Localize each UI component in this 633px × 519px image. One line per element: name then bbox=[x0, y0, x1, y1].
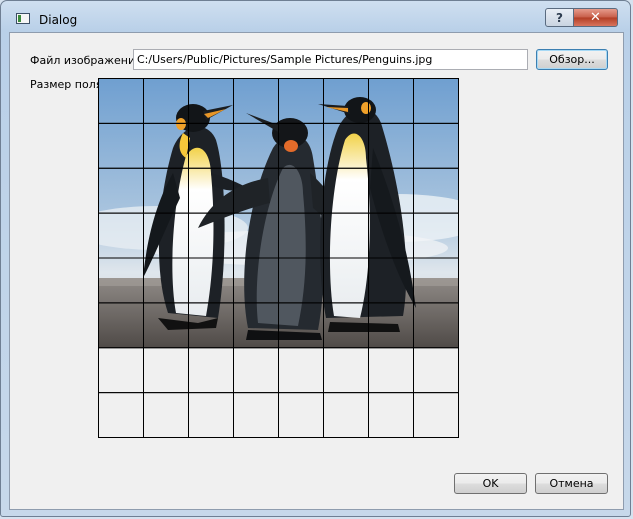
grid-cell[interactable] bbox=[233, 212, 279, 259]
field-grid bbox=[98, 78, 459, 438]
grid-cell[interactable] bbox=[188, 392, 234, 438]
grid-cell[interactable] bbox=[368, 257, 414, 304]
grid-cell[interactable] bbox=[413, 122, 459, 169]
grid-cell[interactable] bbox=[368, 167, 414, 214]
grid-cell[interactable] bbox=[323, 167, 369, 214]
ok-button[interactable]: OK bbox=[454, 473, 527, 494]
grid-cell[interactable] bbox=[368, 392, 414, 438]
grid-cell[interactable] bbox=[143, 347, 189, 394]
grid-cell[interactable] bbox=[278, 392, 324, 438]
grid-cell[interactable] bbox=[413, 167, 459, 214]
grid-cell[interactable] bbox=[188, 167, 234, 214]
grid-cell[interactable] bbox=[98, 257, 144, 304]
grid-cell[interactable] bbox=[98, 212, 144, 259]
grid-cell[interactable] bbox=[278, 347, 324, 394]
grid-cell[interactable] bbox=[233, 302, 279, 349]
grid-cell[interactable] bbox=[368, 212, 414, 259]
grid-cell[interactable] bbox=[233, 122, 279, 169]
file-label: Файл изображения bbox=[30, 54, 142, 67]
grid-cell[interactable] bbox=[323, 302, 369, 349]
app-icon bbox=[16, 13, 30, 24]
grid-cell[interactable] bbox=[368, 302, 414, 349]
puzzle-field[interactable] bbox=[98, 78, 459, 438]
grid-cell[interactable] bbox=[368, 347, 414, 394]
grid-cell[interactable] bbox=[188, 212, 234, 259]
grid-cell[interactable] bbox=[188, 347, 234, 394]
grid-cell[interactable] bbox=[98, 78, 144, 124]
grid-cell[interactable] bbox=[413, 257, 459, 304]
image-path-input[interactable] bbox=[133, 49, 528, 70]
close-button[interactable]: ✕ bbox=[573, 8, 618, 27]
grid-cell[interactable] bbox=[368, 122, 414, 169]
grid-cell[interactable] bbox=[188, 302, 234, 349]
grid-cell[interactable] bbox=[368, 78, 414, 124]
dialog-body: Файл изображения Обзор... Размер поля bbox=[9, 32, 624, 510]
grid-cell[interactable] bbox=[278, 167, 324, 214]
grid-cell[interactable] bbox=[278, 78, 324, 124]
grid-cell[interactable] bbox=[233, 167, 279, 214]
grid-cell[interactable] bbox=[233, 347, 279, 394]
grid-cell[interactable] bbox=[98, 302, 144, 349]
grid-cell[interactable] bbox=[98, 167, 144, 214]
grid-cell[interactable] bbox=[143, 167, 189, 214]
grid-cell[interactable] bbox=[278, 257, 324, 304]
grid-cell[interactable] bbox=[413, 302, 459, 349]
grid-cell[interactable] bbox=[98, 122, 144, 169]
grid-cell[interactable] bbox=[98, 347, 144, 394]
grid-cell[interactable] bbox=[188, 122, 234, 169]
cancel-button[interactable]: Отмена bbox=[535, 473, 608, 494]
grid-cell[interactable] bbox=[188, 257, 234, 304]
grid-cell[interactable] bbox=[323, 347, 369, 394]
grid-cell[interactable] bbox=[143, 78, 189, 124]
grid-cell[interactable] bbox=[413, 347, 459, 394]
grid-cell[interactable] bbox=[323, 78, 369, 124]
grid-cell[interactable] bbox=[98, 392, 144, 438]
grid-cell[interactable] bbox=[413, 212, 459, 259]
browse-button[interactable]: Обзор... bbox=[536, 49, 608, 70]
grid-cell[interactable] bbox=[323, 212, 369, 259]
grid-cell[interactable] bbox=[143, 122, 189, 169]
dialog-window: Dialog ? ✕ Файл изображения Обзор... Раз… bbox=[0, 0, 631, 517]
grid-cell[interactable] bbox=[323, 257, 369, 304]
help-icon: ? bbox=[556, 10, 563, 25]
grid-cell[interactable] bbox=[233, 392, 279, 438]
grid-cell[interactable] bbox=[188, 78, 234, 124]
grid-cell[interactable] bbox=[278, 122, 324, 169]
window-title: Dialog bbox=[39, 13, 78, 27]
grid-cell[interactable] bbox=[323, 392, 369, 438]
close-icon: ✕ bbox=[590, 10, 601, 25]
grid-cell[interactable] bbox=[233, 78, 279, 124]
grid-cell[interactable] bbox=[143, 257, 189, 304]
grid-cell[interactable] bbox=[143, 212, 189, 259]
grid-cell[interactable] bbox=[143, 302, 189, 349]
grid-cell[interactable] bbox=[278, 212, 324, 259]
grid-cell[interactable] bbox=[278, 302, 324, 349]
grid-cell[interactable] bbox=[233, 257, 279, 304]
grid-cell[interactable] bbox=[143, 392, 189, 438]
help-button[interactable]: ? bbox=[545, 8, 574, 27]
title-bar[interactable]: Dialog ? ✕ bbox=[1, 1, 630, 33]
grid-cell[interactable] bbox=[323, 122, 369, 169]
grid-cell[interactable] bbox=[413, 392, 459, 438]
field-size-label: Размер поля bbox=[30, 78, 103, 91]
grid-cell[interactable] bbox=[413, 78, 459, 124]
